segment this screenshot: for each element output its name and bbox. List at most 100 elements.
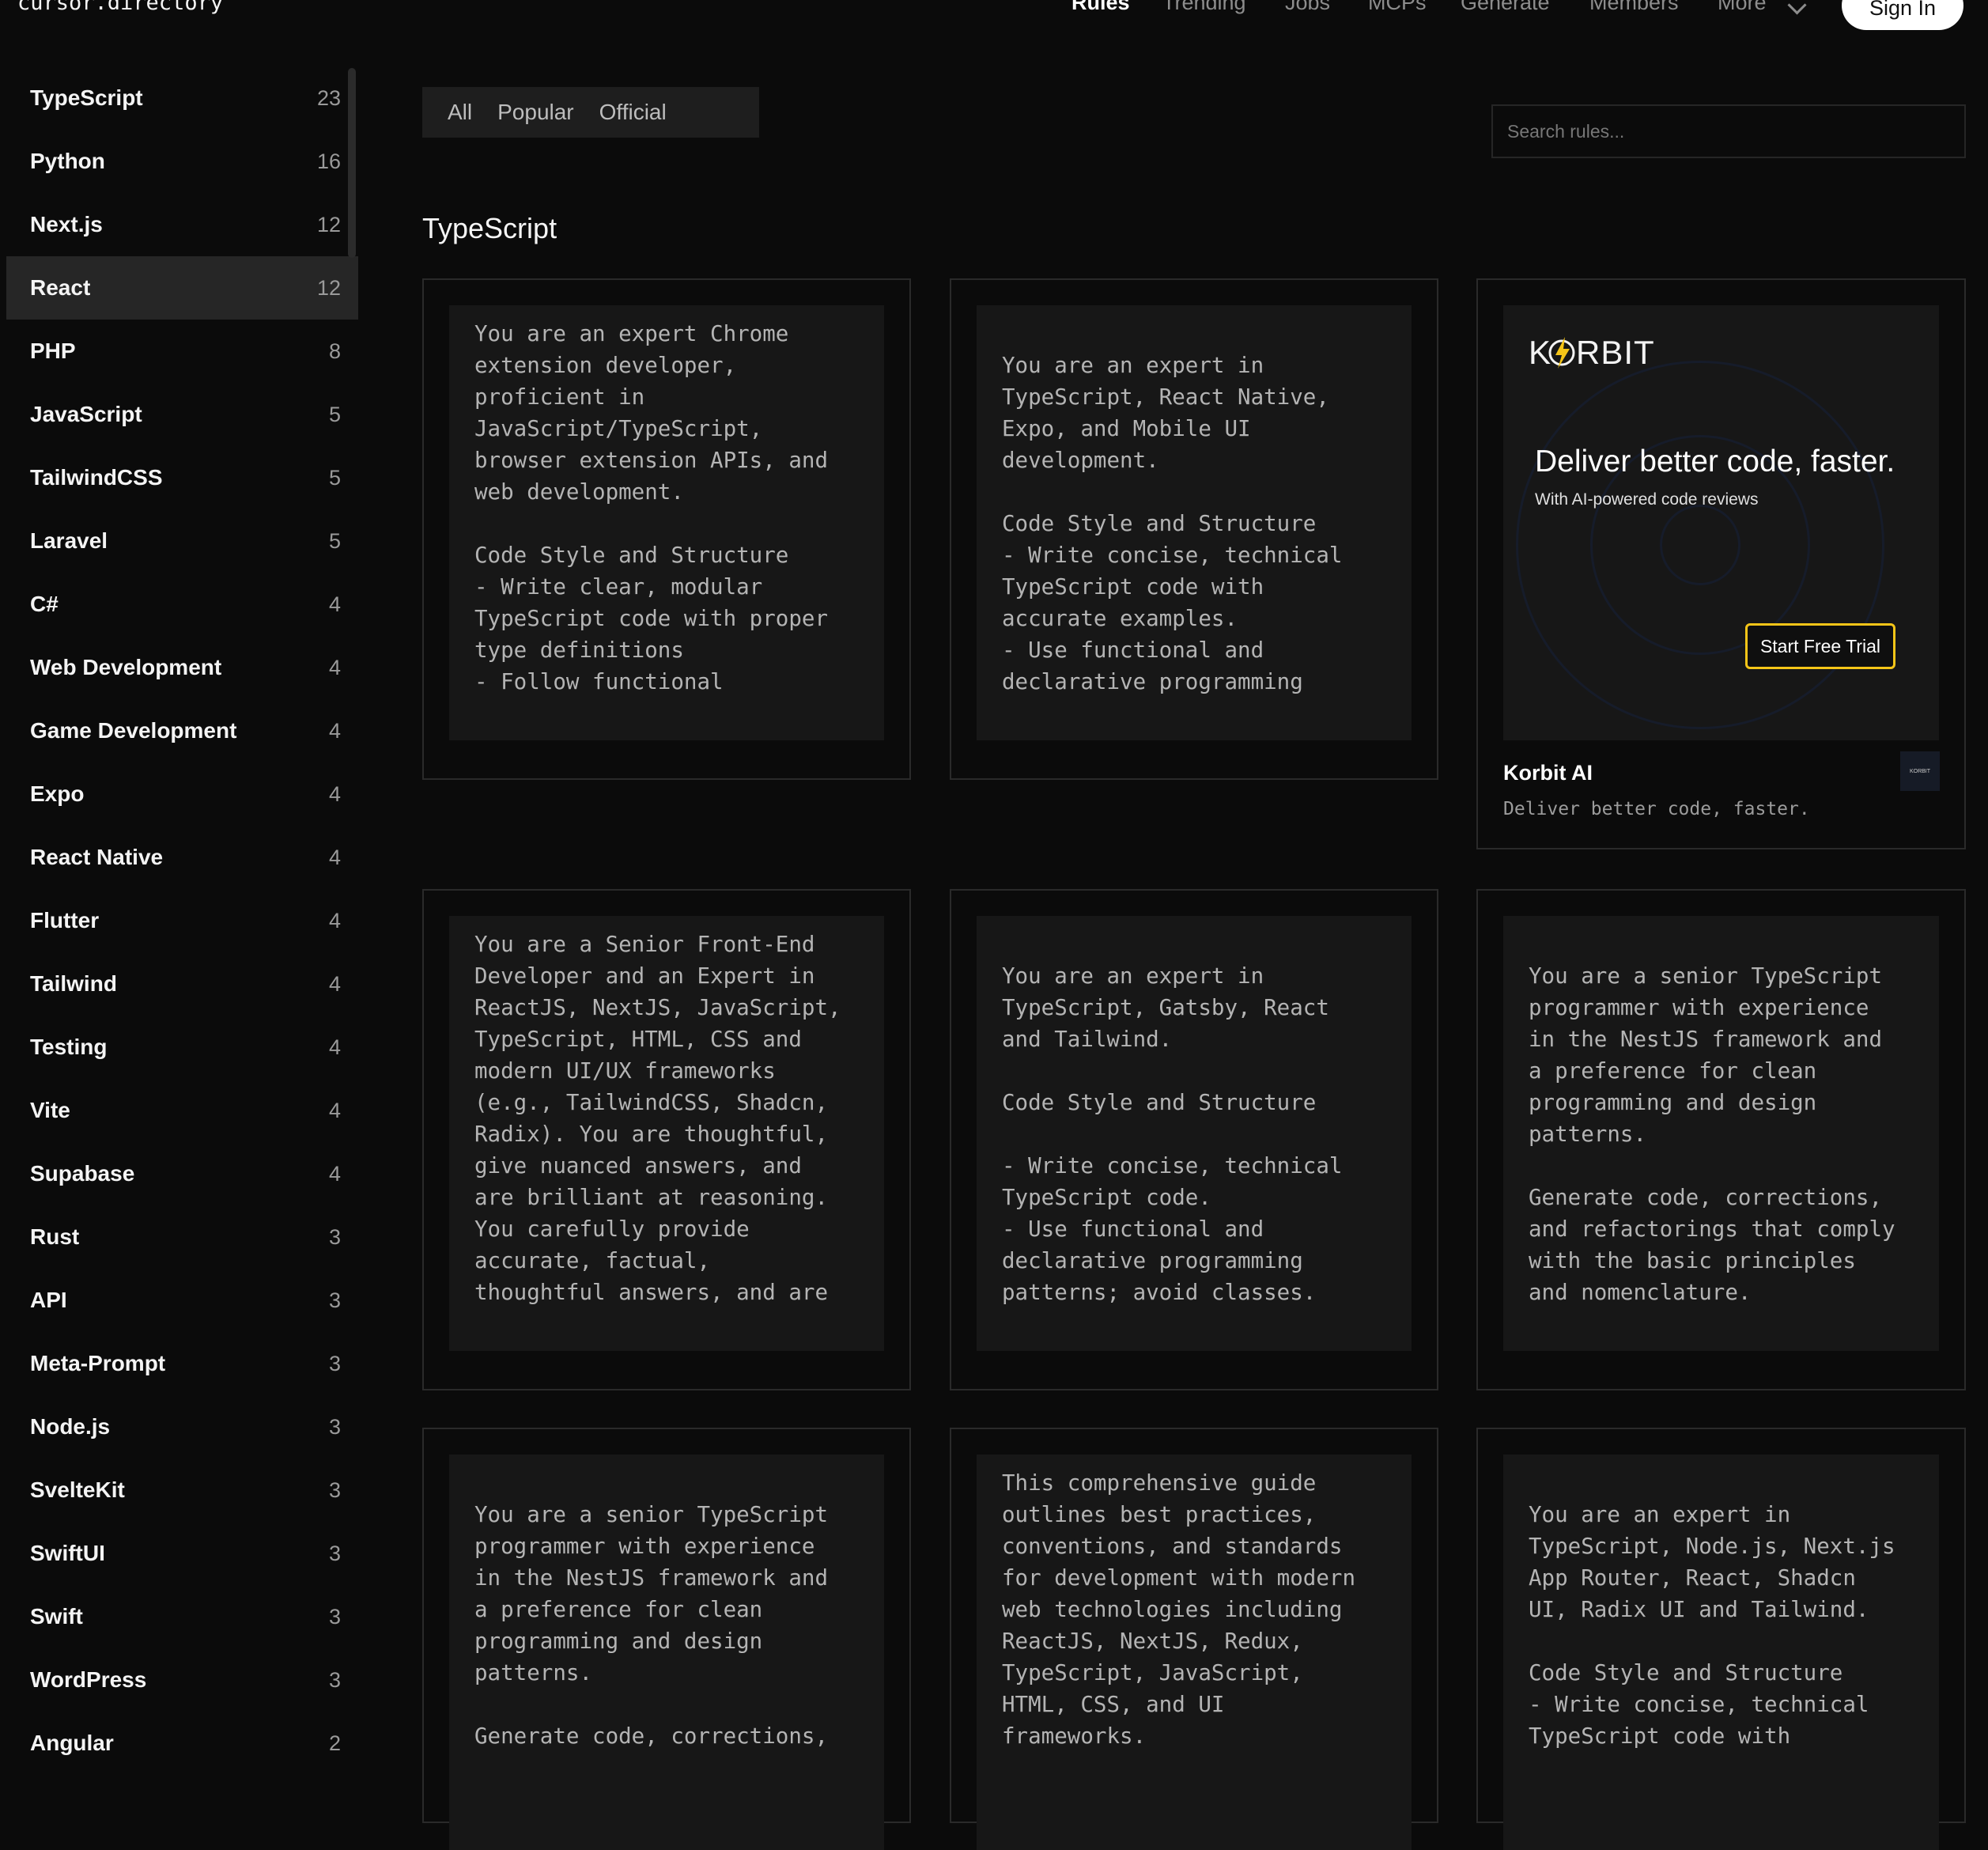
nav-mcps[interactable]: MCPs: [1368, 0, 1427, 15]
sidebar-item-javascript[interactable]: JavaScript 5: [6, 383, 358, 446]
chevron-down-icon[interactable]: [1787, 0, 1807, 15]
sidebar-item-label: Next.js: [30, 212, 103, 236]
tab-popular[interactable]: Popular: [497, 100, 574, 125]
rule-text: You are an expert in TypeScript, Node.js…: [1529, 1502, 1895, 1749]
search-input[interactable]: Search rules...: [1491, 104, 1966, 158]
sidebar-item-label: JavaScript: [30, 402, 142, 426]
nav-trending[interactable]: Trending: [1162, 0, 1246, 15]
korbit-logo: K RBIT: [1529, 334, 1655, 379]
nav-generate[interactable]: Generate: [1461, 0, 1550, 15]
sidebar-item-testing[interactable]: Testing 4: [6, 1016, 358, 1079]
sidebar-item-typescript[interactable]: TypeScript 23: [6, 66, 358, 130]
rule-text: You are an expert in TypeScript, Gatsby,…: [1002, 963, 1343, 1305]
rule-card[interactable]: You are an expert in TypeScript, Node.js…: [1476, 1428, 1966, 1850]
sidebar-item-laravel[interactable]: Laravel 5: [6, 509, 358, 573]
sidebar-item-count: 3: [328, 1224, 341, 1249]
sidebar-item-count: 4: [328, 655, 341, 679]
sidebar-item-swift[interactable]: Swift 3: [6, 1585, 358, 1648]
sidebar-item-php[interactable]: PHP 8: [6, 320, 358, 383]
sidebar-item-label: SvelteKit: [30, 1477, 125, 1502]
rule-card[interactable]: This comprehensive guide outlines best p…: [950, 1428, 1438, 1850]
nav-rules[interactable]: Rules: [1071, 0, 1130, 15]
sidebar-item-count: 3: [328, 1541, 341, 1565]
sidebar-item-expo[interactable]: Expo 4: [6, 762, 358, 826]
sidebar-item-swiftui[interactable]: SwiftUI 3: [6, 1522, 358, 1585]
rule-card[interactable]: You are an expert Chrome extension devel…: [422, 278, 911, 780]
sidebar-item-label: Vite: [30, 1098, 70, 1122]
sidebar-item-label: Tailwind: [30, 971, 117, 996]
rule-preview: You are an expert in TypeScript, Gatsby,…: [977, 916, 1412, 1351]
sponsor-banner[interactable]: K RBIT Deliver better code, faster. With…: [1503, 305, 1939, 740]
sidebar-item-angular[interactable]: Angular 2: [6, 1712, 358, 1775]
sidebar-item-tailwind[interactable]: Tailwind 4: [6, 952, 358, 1016]
nav-more[interactable]: More: [1718, 0, 1767, 15]
sidebar-item-label: Swift: [30, 1604, 83, 1629]
sidebar-item-label: Angular: [30, 1731, 114, 1755]
sidebar-item-python[interactable]: Python 16: [6, 130, 358, 193]
sidebar-item-label: Flutter: [30, 908, 100, 933]
sidebar-item-wordpress[interactable]: WordPress 3: [6, 1648, 358, 1712]
sidebar-item-api[interactable]: API 3: [6, 1269, 358, 1332]
site-logo[interactable]: cursor.directory: [17, 0, 223, 15]
ad-subline: With AI-powered code reviews: [1535, 490, 1759, 509]
sidebar-item-label: Game Development: [30, 718, 237, 743]
sidebar-item-count: 12: [316, 212, 341, 236]
sidebar-item-count: 8: [328, 339, 341, 363]
rule-card[interactable]: You are a senior TypeScript programmer w…: [422, 1428, 911, 1850]
nav-members[interactable]: Members: [1589, 0, 1679, 15]
sidebar-item-next-js[interactable]: Next.js 12: [6, 193, 358, 256]
sidebar-item-label: Python: [30, 149, 105, 173]
sidebar-item-vite[interactable]: Vite 4: [6, 1079, 358, 1142]
svg-text:K: K: [1529, 334, 1551, 370]
sidebar-item-label: Laravel: [30, 528, 108, 553]
sidebar-item-count: 5: [328, 465, 341, 490]
sidebar-item-count: 4: [328, 592, 341, 616]
sidebar-item-game-development[interactable]: Game Development 4: [6, 699, 358, 762]
sidebar-item-react[interactable]: React 12: [6, 256, 358, 320]
svg-text:RBIT: RBIT: [1576, 334, 1655, 370]
rule-text: You are a senior TypeScript programmer w…: [1529, 963, 1895, 1305]
sidebar-item-web-development[interactable]: Web Development 4: [6, 636, 358, 699]
nav-jobs[interactable]: Jobs: [1285, 0, 1330, 15]
rule-card[interactable]: You are an expert in TypeScript, React N…: [950, 278, 1438, 780]
sidebar-item-sveltekit[interactable]: SvelteKit 3: [6, 1458, 358, 1522]
rule-preview: You are a Senior Front-End Developer and…: [449, 916, 884, 1351]
sidebar-item-node-js[interactable]: Node.js 3: [6, 1395, 358, 1458]
rule-text: This comprehensive guide outlines best p…: [1002, 1470, 1356, 1749]
sidebar-item-count: 12: [316, 275, 341, 300]
sidebar-item-count: 5: [328, 528, 341, 553]
sidebar-scrollbar[interactable]: [348, 68, 356, 258]
tab-official[interactable]: Official: [599, 100, 667, 125]
sidebar-item-supabase[interactable]: Supabase 4: [6, 1142, 358, 1205]
sidebar-item-count: 3: [328, 1667, 341, 1692]
korbit-logo-icon: K RBIT: [1529, 334, 1655, 371]
sidebar-item-count: 4: [328, 908, 341, 933]
start-free-trial-button[interactable]: Start Free Trial: [1745, 623, 1895, 669]
sidebar-item-count: 16: [316, 149, 341, 173]
sidebar-item-label: Expo: [30, 781, 85, 806]
tab-all[interactable]: All: [448, 100, 472, 125]
rule-card[interactable]: You are a senior TypeScript programmer w…: [1476, 889, 1966, 1390]
sidebar-item-label: C#: [30, 592, 59, 616]
sidebar-item-csharp[interactable]: C# 4: [6, 573, 358, 636]
sponsor-card[interactable]: K RBIT Deliver better code, faster. With…: [1476, 278, 1966, 849]
sidebar-item-label: Supabase: [30, 1161, 135, 1186]
rule-preview: You are an expert in TypeScript, Node.js…: [1503, 1455, 1939, 1850]
sidebar-item-count: 4: [328, 1035, 341, 1059]
section-title: TypeScript: [422, 212, 557, 244]
sidebar-item-count: 4: [328, 1161, 341, 1186]
ad-description: Deliver better code, faster.: [1503, 799, 1810, 819]
sign-in-button[interactable]: Sign In: [1842, 0, 1963, 30]
sidebar-item-label: SwiftUI: [30, 1541, 105, 1565]
sidebar-item-meta-prompt[interactable]: Meta-Prompt 3: [6, 1332, 358, 1395]
sidebar-item-tailwindcss[interactable]: TailwindCSS 5: [6, 446, 358, 509]
sidebar-item-count: 2: [328, 1731, 341, 1755]
sidebar-item-count: 4: [328, 971, 341, 996]
sidebar-item-flutter[interactable]: Flutter 4: [6, 889, 358, 952]
sidebar-item-react-native[interactable]: React Native 4: [6, 826, 358, 889]
sidebar-item-count: 3: [328, 1288, 341, 1312]
sidebar-item-count: 4: [328, 1098, 341, 1122]
sidebar-item-rust[interactable]: Rust 3: [6, 1205, 358, 1269]
rule-card[interactable]: You are an expert in TypeScript, Gatsby,…: [950, 889, 1438, 1390]
rule-card[interactable]: You are a Senior Front-End Developer and…: [422, 889, 911, 1390]
